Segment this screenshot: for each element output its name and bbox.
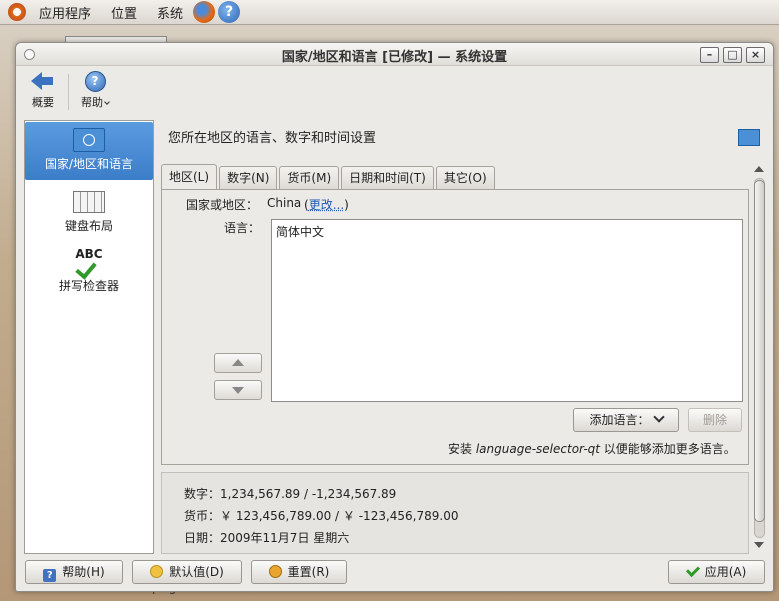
help-icon[interactable]: ? bbox=[218, 1, 241, 23]
help-button-label: 帮助(H) bbox=[62, 565, 105, 579]
menu-places[interactable]: 位置 bbox=[104, 3, 144, 22]
language-label: 语言： bbox=[224, 221, 261, 235]
add-language-label: 添加语言： bbox=[589, 413, 650, 427]
defaults-button-label: 默认值(D) bbox=[169, 565, 224, 579]
toolbar-separator bbox=[68, 74, 69, 110]
preview-date: 日期：2009年11月7日 星期六 bbox=[184, 531, 350, 545]
defaults-icon bbox=[150, 565, 164, 578]
sidebar-item-region-language[interactable]: 国家/地区和语言 bbox=[25, 122, 153, 180]
spell-check-icon: ABC bbox=[72, 247, 106, 280]
add-language-button[interactable]: 添加语言： bbox=[573, 408, 679, 432]
sidebar-item-label: 国家/地区和语言 bbox=[44, 157, 134, 171]
help-menu-label: 帮助 bbox=[81, 96, 103, 109]
back-arrow-icon bbox=[31, 71, 55, 91]
chevron-down-icon bbox=[652, 411, 665, 423]
menu-applications[interactable]: 应用程序 bbox=[32, 3, 98, 22]
reset-button-label: 重置(R) bbox=[287, 565, 330, 579]
language-list[interactable]: 简体中文 bbox=[271, 219, 743, 402]
tab-date-time[interactable]: 日期和时间(T) bbox=[341, 166, 434, 189]
overview-label: 概要 bbox=[32, 96, 54, 109]
overview-button[interactable]: 概要 bbox=[28, 71, 58, 110]
install-suffix: 以便能够添加更多语言。 bbox=[603, 442, 736, 456]
move-down-button[interactable] bbox=[214, 380, 262, 400]
apply-button-label: 应用(A) bbox=[704, 565, 747, 579]
tab-currency[interactable]: 货币(M) bbox=[279, 166, 340, 189]
tab-bar: 地区(L) 数字(N) 货币(M) 日期和时间(T) 其它(O) bbox=[161, 164, 497, 190]
preview-numbers: 数字：1,234,567.89 / -1,234,567.89 bbox=[184, 487, 397, 501]
list-item[interactable]: 简体中文 bbox=[276, 223, 324, 240]
reset-button[interactable]: 重置(R) bbox=[251, 560, 347, 584]
defaults-button[interactable]: 默认值(D) bbox=[132, 560, 242, 584]
checkmark-icon bbox=[685, 562, 700, 578]
sidebar-item-keyboard-layout[interactable]: 键盘布局 bbox=[25, 187, 153, 239]
arrow-up-icon bbox=[232, 359, 244, 366]
install-note: 安装 language-selector-qt 以便能够添加更多语言。 bbox=[448, 440, 736, 457]
top-panel: 应用程序 位置 系统 ? bbox=[0, 0, 779, 25]
format-preview: 数字：1,234,567.89 / -1,234,567.89 货币：￥ 123… bbox=[161, 472, 749, 554]
un-flag-icon bbox=[738, 129, 760, 146]
sidebar-item-label: 拼写检查器 bbox=[58, 279, 119, 293]
help-icon: ? bbox=[84, 71, 106, 92]
scroll-down-icon[interactable] bbox=[754, 542, 764, 548]
region-change-group: (更改...) bbox=[304, 198, 349, 212]
sidebar-item-spell-checker[interactable]: ABC 拼写检查器 bbox=[25, 245, 153, 301]
help-menu-button[interactable]: ? 帮助 bbox=[78, 71, 112, 110]
window-titlebar[interactable]: 国家/地区和语言 [已修改] — 系统设置 – □ × bbox=[16, 43, 773, 66]
window-title: 国家/地区和语言 [已修改] — 系统设置 bbox=[281, 50, 508, 65]
minimize-button[interactable]: – bbox=[700, 47, 719, 63]
remove-language-button[interactable]: 删除 bbox=[688, 408, 742, 432]
menu-system[interactable]: 系统 bbox=[150, 3, 190, 22]
scroll-thumb[interactable] bbox=[754, 180, 765, 522]
system-settings-window: 国家/地区和语言 [已修改] — 系统设置 – □ × 概要 ? 帮助 国家/地… bbox=[15, 42, 774, 592]
change-region-link[interactable]: 更改... bbox=[309, 198, 344, 212]
close-button[interactable]: × bbox=[746, 47, 765, 63]
help-icon: ? bbox=[43, 569, 57, 582]
install-prefix: 安装 bbox=[448, 442, 473, 456]
move-up-button[interactable] bbox=[214, 353, 262, 373]
vertical-scrollbar[interactable] bbox=[752, 162, 766, 552]
region-label: 国家或地区： bbox=[186, 198, 259, 212]
toolbar: 概要 ? 帮助 bbox=[16, 66, 773, 116]
reset-icon bbox=[268, 565, 282, 578]
tab-numbers[interactable]: 数字(N) bbox=[219, 166, 278, 189]
tab-other[interactable]: 其它(O) bbox=[435, 166, 495, 189]
preview-currency: 货币：￥ 123,456,789.00 / ￥ -123,456,789.00 bbox=[184, 509, 459, 523]
sidebar-item-label: 键盘布局 bbox=[64, 219, 113, 233]
un-flag-icon bbox=[73, 128, 105, 152]
package-name: language-selector-qt bbox=[475, 442, 600, 456]
page-title: 您所在地区的语言、数字和时间设置 bbox=[168, 131, 377, 146]
scroll-up-icon[interactable] bbox=[754, 166, 764, 172]
region-tab-panel: 国家或地区： China (更改...) 语言： 简体中文 添加语言： 删除 安… bbox=[161, 189, 749, 465]
help-button[interactable]: ? 帮助(H) bbox=[25, 560, 123, 584]
ubuntu-logo-icon[interactable] bbox=[8, 3, 26, 21]
tab-region[interactable]: 地区(L) bbox=[161, 164, 218, 190]
region-value: China bbox=[267, 196, 302, 210]
firefox-icon[interactable] bbox=[193, 1, 216, 23]
maximize-button[interactable]: □ bbox=[723, 47, 742, 63]
chevron-down-icon bbox=[104, 99, 110, 105]
category-sidebar: 国家/地区和语言 键盘布局 ABC 拼写检查器 bbox=[24, 120, 154, 554]
keyboard-icon bbox=[73, 191, 105, 213]
apply-button[interactable]: 应用(A) bbox=[668, 560, 765, 584]
arrow-down-icon bbox=[232, 387, 244, 394]
